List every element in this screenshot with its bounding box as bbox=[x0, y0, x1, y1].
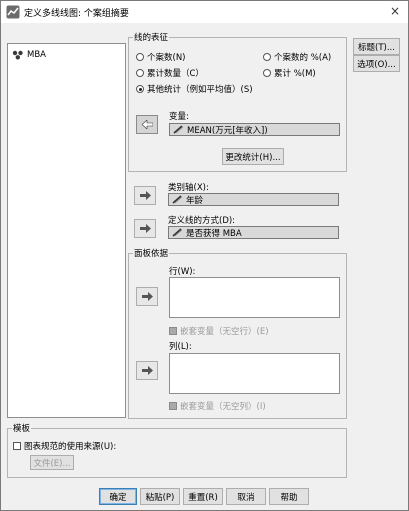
radio-label: 个案数(N) bbox=[147, 53, 186, 63]
file-button[interactable]: 文件(E)... bbox=[30, 455, 74, 470]
radio-label: 其他统计（例如平均值）(S) bbox=[147, 85, 253, 95]
lines-defined-by-label: 定义线的方式(D): bbox=[168, 216, 236, 226]
check-box[interactable] bbox=[169, 402, 177, 410]
radio-label: 累计数量（C） bbox=[147, 69, 204, 79]
arrow-right-icon bbox=[141, 366, 153, 375]
paste-button[interactable]: 粘贴(P) bbox=[140, 488, 180, 505]
category-axis-field[interactable]: 年龄 bbox=[168, 193, 339, 206]
window-title: 定义多线线图: 个案组摘要 bbox=[24, 9, 129, 19]
options-button[interactable]: 选项(O)... bbox=[353, 55, 400, 72]
radio-dot[interactable] bbox=[136, 85, 144, 93]
radio-dot[interactable] bbox=[263, 69, 271, 77]
check-label: 图表规范的使用来源(U): bbox=[24, 442, 117, 452]
arrow-right-icon bbox=[139, 224, 151, 233]
chart-app-icon bbox=[6, 5, 20, 19]
rows-label: 行(W): bbox=[169, 267, 196, 277]
group-label: 面板依据 bbox=[133, 247, 170, 259]
panel-by-group: 面板依据 行(W): 嵌套变量（无空行）(E) 列(L): 嵌套变量（无空列）(… bbox=[128, 247, 347, 419]
rows-field[interactable] bbox=[169, 277, 340, 318]
use-chart-spec-checkbox[interactable]: 图表规范的使用来源(U): bbox=[13, 440, 116, 452]
close-icon[interactable]: × bbox=[390, 4, 400, 18]
ok-button[interactable]: 确定 bbox=[99, 488, 137, 505]
list-item[interactable]: MBA bbox=[12, 50, 46, 60]
scale-variable-icon bbox=[172, 228, 183, 237]
group-label: 模板 bbox=[12, 422, 32, 434]
title-bar: 定义多线线图: 个案组摘要 × bbox=[1, 1, 408, 23]
arrow-left-icon bbox=[141, 120, 153, 129]
scale-variable-icon bbox=[173, 125, 184, 134]
cancel-button[interactable]: 取消 bbox=[226, 488, 266, 505]
scale-variable-icon bbox=[172, 195, 183, 204]
lines-defined-by-value: 是否获得 MBA bbox=[186, 228, 242, 239]
move-to-columns-button[interactable] bbox=[136, 361, 158, 380]
radio-dot[interactable] bbox=[136, 53, 144, 61]
check-label: 嵌套变量（无空行）(E) bbox=[180, 327, 269, 337]
move-variable-button[interactable] bbox=[136, 115, 158, 134]
radio-label: 累计 %(M) bbox=[274, 69, 316, 79]
radio-other-statistic[interactable]: 其他统计（例如平均值）(S) bbox=[136, 83, 253, 95]
radio-label: 个案数的 %(A) bbox=[274, 53, 332, 63]
columns-field[interactable] bbox=[169, 353, 340, 394]
arrow-right-icon bbox=[141, 292, 153, 301]
move-to-rows-button[interactable] bbox=[136, 287, 158, 306]
check-box[interactable] bbox=[169, 327, 177, 335]
variable-label: MBA bbox=[27, 50, 46, 60]
move-to-category-axis-button[interactable] bbox=[134, 186, 156, 205]
nominal-variable-icon bbox=[12, 50, 23, 60]
line-represents-group: 线的表征 个案数(N) 个案数的 %(A) 累计数量（C） 累计 %(M) 其他… bbox=[128, 31, 347, 172]
radio-pct-of-cases[interactable]: 个案数的 %(A) bbox=[263, 51, 331, 63]
change-statistic-button[interactable]: 更改统计(H)... bbox=[222, 148, 284, 165]
radio-cum-pct[interactable]: 累计 %(M) bbox=[263, 67, 316, 79]
radio-cum-n[interactable]: 累计数量（C） bbox=[136, 67, 204, 79]
variable-field[interactable]: MEAN(万元[年收入]) bbox=[169, 123, 340, 136]
category-axis-label: 类别轴(X): bbox=[168, 183, 209, 193]
category-axis-value: 年龄 bbox=[186, 195, 204, 206]
radio-dot[interactable] bbox=[263, 53, 271, 61]
define-multiple-line-dialog: 定义多线线图: 个案组摘要 × MBA 线的表征 个案数(N) 个案数的 %(A… bbox=[0, 0, 409, 511]
variable-field-label: 变量: bbox=[169, 112, 189, 122]
arrow-right-icon bbox=[139, 191, 151, 200]
nest-rows-checkbox[interactable]: 嵌套变量（无空行）(E) bbox=[169, 325, 269, 337]
help-button[interactable]: 帮助 bbox=[269, 488, 309, 505]
reset-button[interactable]: 重置(R) bbox=[183, 488, 223, 505]
lines-defined-by-field[interactable]: 是否获得 MBA bbox=[168, 226, 339, 239]
nest-columns-checkbox[interactable]: 嵌套变量（无空列）(I) bbox=[169, 400, 266, 412]
variable-value: MEAN(万元[年收入]) bbox=[187, 125, 268, 136]
check-box[interactable] bbox=[13, 442, 21, 450]
titles-button[interactable]: 标题(T)... bbox=[353, 38, 400, 55]
radio-dot[interactable] bbox=[136, 69, 144, 77]
check-label: 嵌套变量（无空列）(I) bbox=[180, 402, 266, 412]
move-to-lines-defined-by-button[interactable] bbox=[134, 219, 156, 238]
source-variable-list[interactable]: MBA bbox=[7, 43, 126, 418]
radio-n-of-cases[interactable]: 个案数(N) bbox=[136, 51, 186, 63]
group-label: 线的表征 bbox=[133, 31, 170, 43]
template-group: 模板 图表规范的使用来源(U): 文件(E)... bbox=[7, 422, 347, 478]
columns-label: 列(L): bbox=[169, 342, 192, 352]
